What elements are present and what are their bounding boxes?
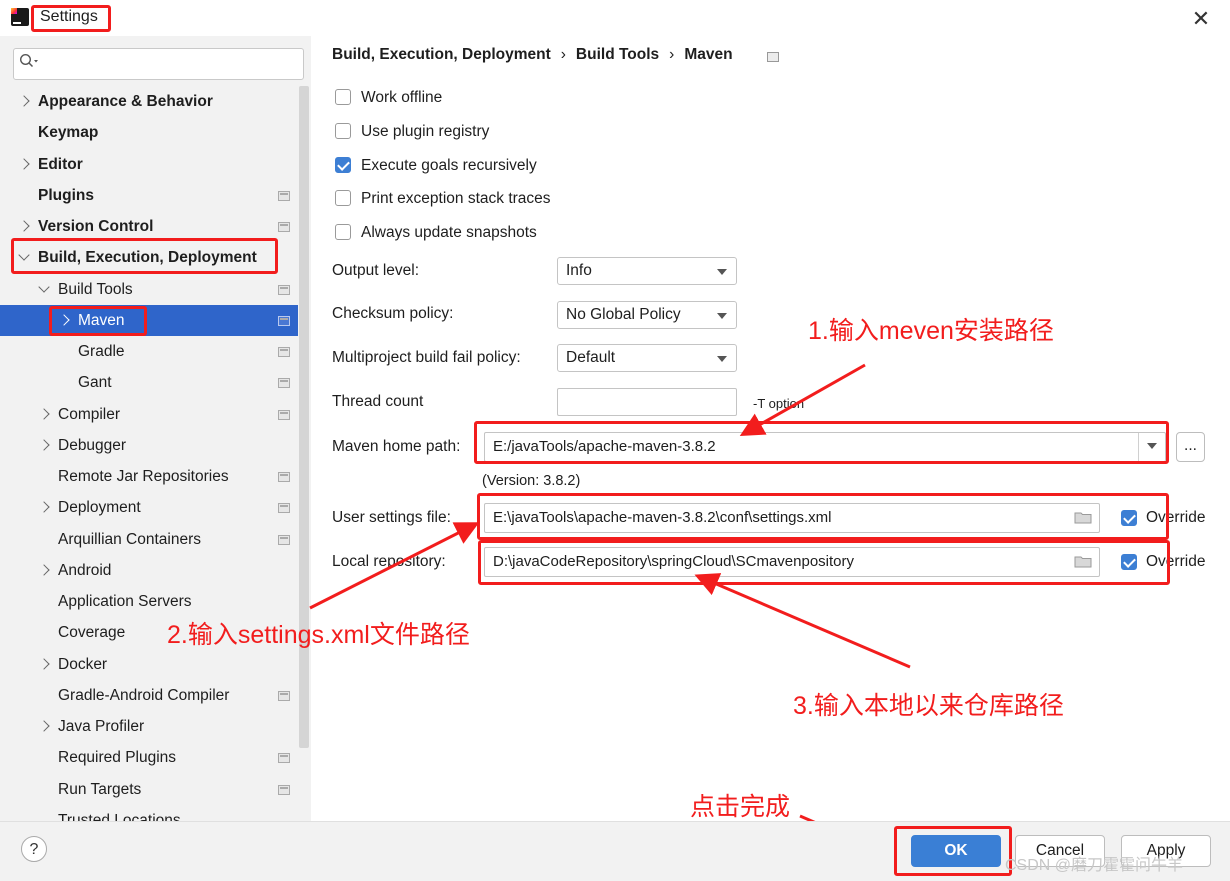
annotation-step3: 3.输入本地以来仓库路径 [793,692,1064,720]
annotation-arrows [309,363,911,860]
help-button[interactable]: ? [21,836,47,862]
highlight-box-ok [894,826,1012,876]
arrow-to-local-repo [694,573,911,669]
annotation-step2: 2.输入settings.xml文件路径 [167,621,470,649]
annotation-step1: 1.输入meven安装路径 [808,317,1054,345]
annotation-finish: 点击完成 [690,793,791,821]
arrow-to-maven-home [739,363,866,436]
arrow-to-settings-file [309,522,480,610]
watermark: CSDN @磨刀霍霍问牛羊 [1005,857,1184,874]
